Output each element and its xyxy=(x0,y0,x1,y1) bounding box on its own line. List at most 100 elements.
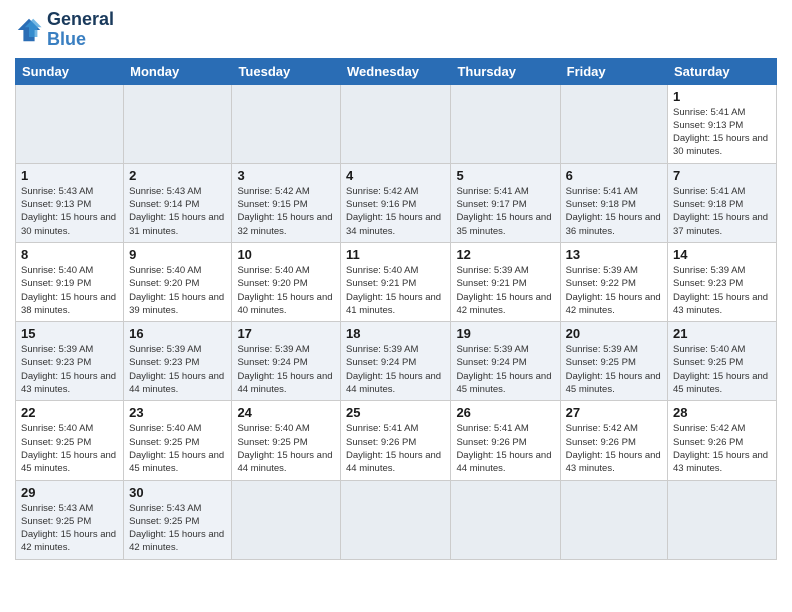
day-number: 6 xyxy=(566,168,662,183)
day-info: Sunrise: 5:43 AMSunset: 9:25 PMDaylight:… xyxy=(21,502,118,555)
calendar-cell: 10Sunrise: 5:40 AMSunset: 9:20 PMDayligh… xyxy=(232,242,341,321)
calendar-cell xyxy=(124,84,232,163)
day-info: Sunrise: 5:40 AMSunset: 9:25 PMDaylight:… xyxy=(129,422,226,475)
day-info: Sunrise: 5:39 AMSunset: 9:22 PMDaylight:… xyxy=(566,264,662,317)
calendar-cell: 17 Sunrise: 5:39 AMSunset: 9:24 PMDayligh… xyxy=(232,322,341,401)
day-info: Sunrise: 5:39 AMSunset: 9:21 PMDaylight:… xyxy=(456,264,554,317)
day-number: 17 xyxy=(237,326,335,341)
calendar-cell xyxy=(16,84,124,163)
calendar-table: Sunday Monday Tuesday Wednesday Thursday… xyxy=(15,58,777,560)
day-info: Sunrise: 5:39 AMSunset: 9:23 PMDaylight:… xyxy=(673,264,771,317)
col-saturday: Saturday xyxy=(668,58,777,84)
day-number: 16 xyxy=(129,326,226,341)
calendar-cell xyxy=(232,480,341,559)
day-number: 20 xyxy=(566,326,662,341)
calendar-cell xyxy=(341,480,451,559)
calendar-cell: 11Sunrise: 5:40 AMSunset: 9:21 PMDayligh… xyxy=(341,242,451,321)
calendar-cell: 5 Sunrise: 5:41 AMSunset: 9:17 PMDaylight… xyxy=(451,163,560,242)
day-info: Sunrise: 5:40 AMSunset: 9:21 PMDaylight:… xyxy=(346,264,445,317)
calendar-week-row: 1 Sunrise: 5:43 AMSunset: 9:13 PMDaylight… xyxy=(16,163,777,242)
day-number: 30 xyxy=(129,485,226,500)
day-number: 13 xyxy=(566,247,662,262)
calendar-cell xyxy=(451,480,560,559)
logo-icon xyxy=(15,16,43,44)
day-number: 24 xyxy=(237,405,335,420)
day-number: 25 xyxy=(346,405,445,420)
logo-text: General Blue xyxy=(47,10,114,50)
day-info: Sunrise: 5:41 AMSunset: 9:17 PMDaylight:… xyxy=(456,185,554,238)
calendar-cell: 15Sunrise: 5:39 AMSunset: 9:23 PMDayligh… xyxy=(16,322,124,401)
day-info: Sunrise: 5:40 AMSunset: 9:20 PMDaylight:… xyxy=(237,264,335,317)
calendar-cell: 30 Sunrise: 5:43 AMSunset: 9:25 PMDayligh… xyxy=(124,480,232,559)
calendar-cell: 3Sunrise: 5:42 AMSunset: 9:15 PMDaylight… xyxy=(232,163,341,242)
day-number: 14 xyxy=(673,247,771,262)
day-number: 19 xyxy=(456,326,554,341)
calendar-cell: 13 Sunrise: 5:39 AMSunset: 9:22 PMDayligh… xyxy=(560,242,667,321)
calendar-week-row: 1 Sunrise: 5:41 AMSunset: 9:13 PMDaylight… xyxy=(16,84,777,163)
calendar-cell: 16Sunrise: 5:39 AMSunset: 9:23 PMDayligh… xyxy=(124,322,232,401)
day-info: Sunrise: 5:41 AMSunset: 9:18 PMDaylight:… xyxy=(673,185,771,238)
day-info: Sunrise: 5:40 AMSunset: 9:20 PMDaylight:… xyxy=(129,264,226,317)
col-tuesday: Tuesday xyxy=(232,58,341,84)
col-friday: Friday xyxy=(560,58,667,84)
day-info: Sunrise: 5:39 AMSunset: 9:24 PMDaylight:… xyxy=(346,343,445,396)
calendar-cell: 6 Sunrise: 5:41 AMSunset: 9:18 PMDaylight… xyxy=(560,163,667,242)
day-info: Sunrise: 5:41 AMSunset: 9:26 PMDaylight:… xyxy=(346,422,445,475)
day-number: 26 xyxy=(456,405,554,420)
calendar-cell: 27 Sunrise: 5:42 AMSunset: 9:26 PMDayligh… xyxy=(560,401,667,480)
page: General Blue Sunday Monday Tuesday Wedne… xyxy=(0,0,792,612)
day-info: Sunrise: 5:41 AMSunset: 9:18 PMDaylight:… xyxy=(566,185,662,238)
day-info: Sunrise: 5:43 AMSunset: 9:14 PMDaylight:… xyxy=(129,185,226,238)
day-number: 1 xyxy=(673,89,771,104)
col-thursday: Thursday xyxy=(451,58,560,84)
day-info: Sunrise: 5:41 AMSunset: 9:26 PMDaylight:… xyxy=(456,422,554,475)
calendar-cell xyxy=(560,480,667,559)
calendar-cell: 28 Sunrise: 5:42 AMSunset: 9:26 PMDayligh… xyxy=(668,401,777,480)
day-info: Sunrise: 5:43 AMSunset: 9:13 PMDaylight:… xyxy=(21,185,118,238)
day-info: Sunrise: 5:41 AMSunset: 9:13 PMDaylight:… xyxy=(673,106,771,159)
calendar-week-row: 29Sunrise: 5:43 AMSunset: 9:25 PMDayligh… xyxy=(16,480,777,559)
day-number: 18 xyxy=(346,326,445,341)
day-info: Sunrise: 5:40 AMSunset: 9:25 PMDaylight:… xyxy=(237,422,335,475)
col-monday: Monday xyxy=(124,58,232,84)
calendar-cell: 1 Sunrise: 5:41 AMSunset: 9:13 PMDaylight… xyxy=(668,84,777,163)
day-info: Sunrise: 5:42 AMSunset: 9:16 PMDaylight:… xyxy=(346,185,445,238)
logo: General Blue xyxy=(15,10,114,50)
day-number: 7 xyxy=(673,168,771,183)
col-wednesday: Wednesday xyxy=(341,58,451,84)
calendar-cell: 19Sunrise: 5:39 AMSunset: 9:24 PMDayligh… xyxy=(451,322,560,401)
day-info: Sunrise: 5:43 AMSunset: 9:25 PMDaylight:… xyxy=(129,502,226,555)
day-number: 22 xyxy=(21,405,118,420)
calendar-cell: 2Sunrise: 5:43 AMSunset: 9:14 PMDaylight… xyxy=(124,163,232,242)
calendar-cell: 21 Sunrise: 5:40 AMSunset: 9:25 PMDayligh… xyxy=(668,322,777,401)
day-info: Sunrise: 5:42 AMSunset: 9:26 PMDaylight:… xyxy=(673,422,771,475)
day-info: Sunrise: 5:39 AMSunset: 9:24 PMDaylight:… xyxy=(237,343,335,396)
day-number: 23 xyxy=(129,405,226,420)
day-info: Sunrise: 5:42 AMSunset: 9:26 PMDaylight:… xyxy=(566,422,662,475)
day-number: 5 xyxy=(456,168,554,183)
day-number: 4 xyxy=(346,168,445,183)
calendar-week-row: 22 Sunrise: 5:40 AMSunset: 9:25 PMDayligh… xyxy=(16,401,777,480)
day-info: Sunrise: 5:40 AMSunset: 9:19 PMDaylight:… xyxy=(21,264,118,317)
calendar-cell: 8Sunrise: 5:40 AMSunset: 9:19 PMDaylight… xyxy=(16,242,124,321)
calendar-header-row: Sunday Monday Tuesday Wednesday Thursday… xyxy=(16,58,777,84)
calendar-cell: 25 Sunrise: 5:41 AMSunset: 9:26 PMDayligh… xyxy=(341,401,451,480)
day-info: Sunrise: 5:39 AMSunset: 9:23 PMDaylight:… xyxy=(21,343,118,396)
calendar-cell: 29Sunrise: 5:43 AMSunset: 9:25 PMDayligh… xyxy=(16,480,124,559)
day-number: 21 xyxy=(673,326,771,341)
header: General Blue xyxy=(15,10,777,50)
calendar-cell: 24 Sunrise: 5:40 AMSunset: 9:25 PMDayligh… xyxy=(232,401,341,480)
calendar-cell: 4 Sunrise: 5:42 AMSunset: 9:16 PMDaylight… xyxy=(341,163,451,242)
calendar-cell: 22Sunrise: 5:40 AMSunset: 9:25 PMDayligh… xyxy=(16,401,124,480)
calendar-cell xyxy=(341,84,451,163)
day-info: Sunrise: 5:40 AMSunset: 9:25 PMDaylight:… xyxy=(673,343,771,396)
calendar-cell: 23 Sunrise: 5:40 AMSunset: 9:25 PMDayligh… xyxy=(124,401,232,480)
day-number: 1 xyxy=(21,168,118,183)
calendar-cell: 1 Sunrise: 5:43 AMSunset: 9:13 PMDaylight… xyxy=(16,163,124,242)
calendar-cell xyxy=(232,84,341,163)
calendar-cell: 7 Sunrise: 5:41 AMSunset: 9:18 PMDaylight… xyxy=(668,163,777,242)
calendar-cell: 12Sunrise: 5:39 AMSunset: 9:21 PMDayligh… xyxy=(451,242,560,321)
day-number: 27 xyxy=(566,405,662,420)
day-number: 28 xyxy=(673,405,771,420)
calendar-cell xyxy=(668,480,777,559)
